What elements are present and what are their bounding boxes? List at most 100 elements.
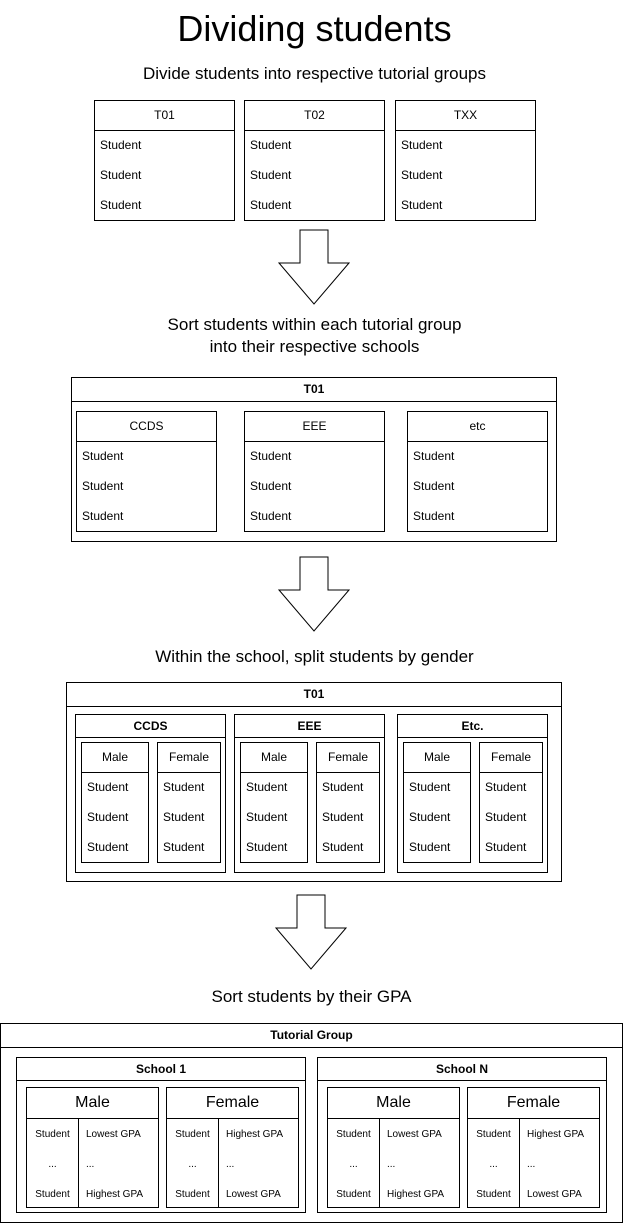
down-arrow-icon (278, 229, 350, 305)
ellipsis: ... (86, 1159, 95, 1170)
student-item: Student (485, 810, 527, 824)
ellipsis: ... (188, 1159, 197, 1170)
student-item: Student (100, 198, 142, 212)
gpa-label: Lowest GPA (226, 1189, 281, 1200)
student-item: Student (401, 138, 443, 152)
school-box-eee: EEE Student Student Student (244, 411, 385, 532)
down-arrow-icon (278, 556, 350, 632)
school-label: EEE (245, 412, 384, 442)
gender-label: Female (317, 743, 379, 773)
student-item: Student (82, 509, 124, 523)
student-item: Student (246, 840, 288, 854)
school-box-1: School 1 Male Student ... Student Lowest… (16, 1057, 306, 1213)
gpa-label: Highest GPA (387, 1189, 445, 1200)
gender-box-female: Female Student ... Student Highest GPA .… (166, 1087, 299, 1208)
student-item: Student (401, 168, 443, 182)
student-item: Student (175, 1189, 210, 1200)
student-item: Student (163, 810, 205, 824)
ellipsis: ... (48, 1159, 57, 1170)
student-item: Student (250, 509, 292, 523)
student-item: Student (413, 449, 455, 463)
step2-heading-line1: Sort students within each tutorial group (167, 315, 462, 334)
column-divider (379, 1119, 380, 1207)
gender-box-female: Female Student Student Student (316, 742, 380, 863)
student-item: Student (409, 780, 451, 794)
gpa-label: Highest GPA (527, 1129, 585, 1140)
gpa-label: Highest GPA (86, 1189, 144, 1200)
group-label: T01 (67, 683, 561, 707)
student-item: Student (100, 168, 142, 182)
student-item: Student (485, 840, 527, 854)
student-item: Student (409, 840, 451, 854)
student-item: Student (336, 1129, 371, 1140)
gender-label: Male (404, 743, 470, 773)
student-item: Student (250, 168, 292, 182)
page-title: Dividing students (177, 8, 452, 49)
student-item: Student (413, 479, 455, 493)
school-box-etc: Etc. Male Student Student Student Female… (397, 714, 548, 873)
gender-box-male: Male Student Student Student (81, 742, 149, 863)
student-item: Student (163, 780, 205, 794)
down-arrow-icon (275, 894, 347, 970)
school-box-ccds: CCDS Student Student Student (76, 411, 217, 532)
student-item: Student (82, 449, 124, 463)
student-item: Student (163, 840, 205, 854)
school-label: etc (408, 412, 547, 442)
student-item: Student (476, 1129, 511, 1140)
student-item: Student (322, 810, 364, 824)
gender-label: Male (82, 743, 148, 773)
school-box-etc: etc Student Student Student (407, 411, 548, 532)
step2-heading-line2: into their respective schools (209, 337, 420, 356)
column-divider (78, 1119, 79, 1207)
school-label: Etc. (398, 715, 547, 738)
gender-label: Female (468, 1088, 599, 1119)
student-item: Student (250, 479, 292, 493)
school-box-eee: EEE Male Student Student Student Female … (234, 714, 385, 873)
student-item: Student (401, 198, 443, 212)
tutorial-group-container: T01 CCDS Male Student Student Student Fe… (66, 682, 562, 882)
student-item: Student (322, 840, 364, 854)
school-label: CCDS (77, 412, 216, 442)
student-item: Student (476, 1189, 511, 1200)
group-label: T01 (95, 101, 234, 131)
student-item: Student (87, 840, 129, 854)
gender-box-female: Female Student ... Student Highest GPA .… (467, 1087, 600, 1208)
student-item: Student (87, 780, 129, 794)
student-item: Student (413, 509, 455, 523)
gender-label: Female (158, 743, 220, 773)
school-label: School 1 (17, 1058, 305, 1081)
school-label: School N (318, 1058, 606, 1081)
group-label: T02 (245, 101, 384, 131)
column-divider (519, 1119, 520, 1207)
student-item: Student (336, 1189, 371, 1200)
student-item: Student (485, 780, 527, 794)
tutorial-group-box-t01: T01 Student Student Student (94, 100, 235, 221)
gpa-label: Lowest GPA (387, 1129, 442, 1140)
school-label: CCDS (76, 715, 225, 738)
student-item: Student (246, 780, 288, 794)
tutorial-group-box-txx: TXX Student Student Student (395, 100, 536, 221)
step3-heading: Within the school, split students by gen… (155, 647, 474, 666)
student-item: Student (100, 138, 142, 152)
student-item: Student (409, 810, 451, 824)
gender-label: Female (480, 743, 542, 773)
ellipsis: ... (387, 1159, 396, 1170)
gpa-label: Lowest GPA (527, 1189, 582, 1200)
school-box-n: School N Male Student ... Student Lowest… (317, 1057, 607, 1213)
student-item: Student (250, 138, 292, 152)
gender-box-male: Male Student ... Student Lowest GPA ... … (327, 1087, 460, 1208)
student-item: Student (35, 1189, 70, 1200)
group-label: Tutorial Group (1, 1024, 622, 1048)
gender-box-female: Female Student Student Student (157, 742, 221, 863)
student-item: Student (246, 810, 288, 824)
step4-heading: Sort students by their GPA (211, 987, 412, 1006)
school-box-ccds: CCDS Male Student Student Student Female… (75, 714, 226, 873)
student-item: Student (250, 198, 292, 212)
ellipsis: ... (349, 1159, 358, 1170)
gender-label: Male (241, 743, 307, 773)
ellipsis: ... (226, 1159, 235, 1170)
student-item: Student (82, 479, 124, 493)
tutorial-group-box-t02: T02 Student Student Student (244, 100, 385, 221)
ellipsis: ... (527, 1159, 536, 1170)
group-label: T01 (72, 378, 556, 402)
